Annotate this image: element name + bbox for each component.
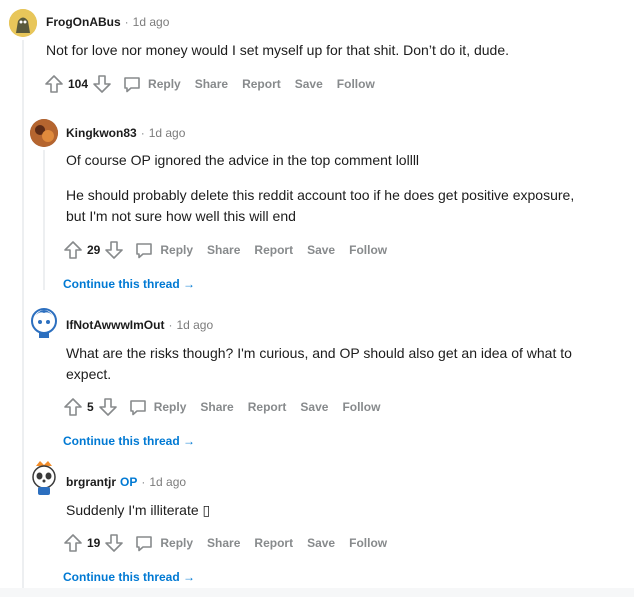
avatar[interactable]	[9, 9, 37, 37]
share-button[interactable]: Share	[207, 243, 240, 257]
separator-dot: ·	[141, 475, 146, 489]
reply-bubble-icon	[129, 400, 146, 416]
share-button[interactable]: Share	[207, 536, 240, 550]
upvote-icon[interactable]	[44, 74, 64, 94]
reply-label: Reply	[160, 536, 194, 550]
comment-actions: 19 Reply Share Report Save Follow	[63, 531, 387, 555]
frog-avatar-icon	[9, 9, 37, 37]
reply-button[interactable]: Reply	[134, 533, 193, 553]
reply-bubble-icon	[136, 536, 153, 552]
follow-button[interactable]: Follow	[337, 77, 375, 91]
reply-bubble-icon	[124, 77, 140, 93]
avatar[interactable]	[30, 119, 58, 147]
timestamp[interactable]: 1d ago	[149, 126, 186, 140]
comment-meta: IfNotAwwwImOut · 1d ago	[66, 318, 213, 332]
username[interactable]: FrogOnABus	[46, 15, 121, 29]
downvote-icon[interactable]	[98, 397, 118, 417]
comment-body-paragraph: Of course OP ignored the advice in the t…	[66, 152, 420, 168]
comment-body: What are the risks though? I'm curious, …	[66, 345, 572, 382]
reply-button[interactable]: Reply	[128, 397, 187, 417]
report-button[interactable]: Report	[242, 77, 281, 91]
reply-button[interactable]: Reply	[122, 74, 181, 94]
continue-thread-link[interactable]: Continue this thread →	[63, 570, 195, 584]
follow-button[interactable]: Follow	[349, 243, 387, 257]
report-button[interactable]: Report	[254, 536, 293, 550]
separator-dot: ·	[168, 318, 173, 332]
separator-dot: ·	[124, 15, 129, 29]
username[interactable]: IfNotAwwwImOut	[66, 318, 164, 332]
continue-thread-link[interactable]: Continue this thread →	[63, 434, 195, 448]
vote-score: 5	[87, 400, 94, 414]
comment-meta: brgrantjr OP · 1d ago	[66, 475, 186, 489]
comment-body: Not for love nor money would I set mysel…	[46, 42, 510, 58]
follow-button[interactable]: Follow	[349, 536, 387, 550]
avatar[interactable]	[30, 305, 58, 339]
report-button[interactable]: Report	[248, 400, 287, 414]
comment-meta: FrogOnABus · 1d ago	[46, 15, 169, 29]
upvote-icon[interactable]	[63, 240, 83, 260]
comment-body: Suddenly I'm illiterate ▯	[66, 502, 211, 518]
follow-button[interactable]: Follow	[342, 400, 380, 414]
comment-body-paragraph: He should probably delete this reddit ac…	[66, 187, 575, 224]
save-button[interactable]: Save	[307, 243, 335, 257]
save-button[interactable]: Save	[295, 77, 323, 91]
share-button[interactable]: Share	[195, 77, 228, 91]
page-bottom-edge	[0, 588, 634, 597]
report-button[interactable]: Report	[254, 243, 293, 257]
vote-score: 29	[87, 243, 101, 257]
thread-line-root[interactable]	[22, 40, 24, 588]
panda-avatar-icon	[32, 461, 56, 495]
comment-meta: Kingkwon83 · 1d ago	[66, 126, 185, 140]
downvote-icon[interactable]	[104, 533, 124, 553]
save-button[interactable]: Save	[307, 536, 335, 550]
comment-actions: 29 Reply Share Report Save Follow	[63, 238, 387, 262]
reply-bubble-icon	[136, 243, 153, 259]
thread-line-child[interactable]	[43, 150, 45, 290]
save-button[interactable]: Save	[300, 400, 328, 414]
downvote-icon[interactable]	[92, 74, 112, 94]
comment-actions: 5 Reply Share Report Save Follow	[63, 395, 380, 419]
reply-label: Reply	[148, 77, 181, 91]
share-button[interactable]: Share	[200, 400, 233, 414]
timestamp[interactable]: 1d ago	[176, 318, 213, 332]
reply-button[interactable]: Reply	[134, 240, 193, 260]
reply-label: Reply	[160, 243, 194, 257]
kingkwon-avatar-icon	[30, 119, 58, 147]
snoo-avatar-icon	[31, 308, 57, 338]
comment-actions: 104 Reply Share Report Save Follow	[44, 72, 375, 96]
reply-label: Reply	[153, 400, 187, 414]
upvote-icon[interactable]	[63, 397, 83, 417]
continue-thread-link[interactable]: Continue this thread →	[63, 277, 195, 291]
vote-score: 104	[68, 77, 89, 91]
timestamp[interactable]: 1d ago	[133, 15, 170, 29]
avatar[interactable]	[30, 460, 58, 496]
timestamp[interactable]: 1d ago	[149, 475, 186, 489]
op-badge: OP	[120, 475, 138, 489]
username[interactable]: brgrantjr	[66, 475, 116, 489]
separator-dot: ·	[140, 126, 145, 140]
upvote-icon[interactable]	[63, 533, 83, 553]
downvote-icon[interactable]	[104, 240, 124, 260]
vote-score: 19	[87, 536, 101, 550]
username[interactable]: Kingkwon83	[66, 126, 137, 140]
